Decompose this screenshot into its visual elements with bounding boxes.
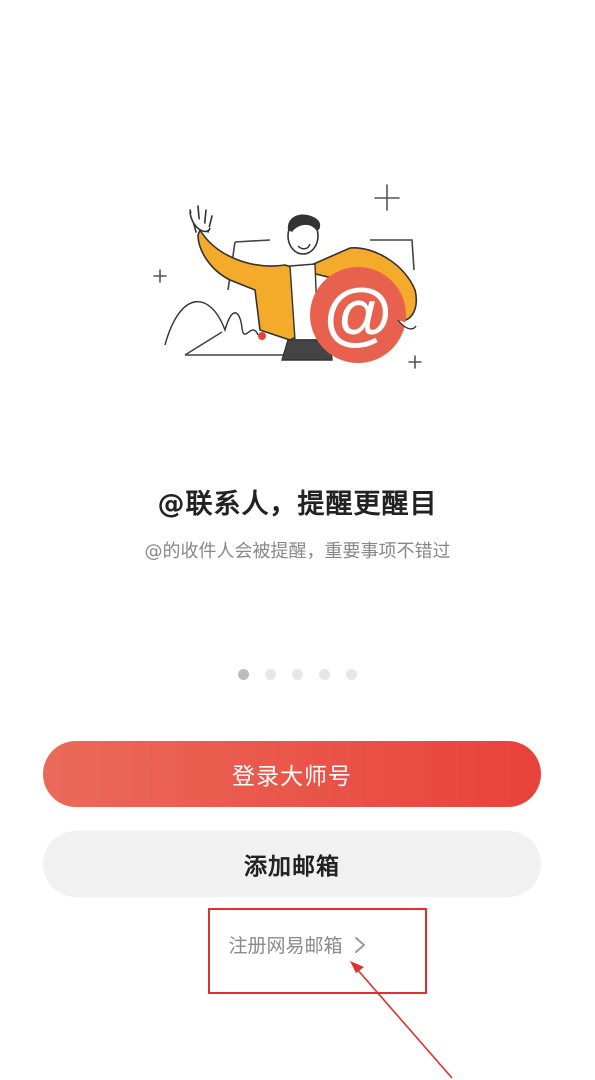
page-dot[interactable] (346, 669, 357, 680)
page-title: @联系人，提醒更醒目 (157, 489, 438, 520)
at-sign-icon: @ (310, 267, 406, 363)
page-dot-active[interactable] (238, 669, 249, 680)
annotation-highlight-box (208, 908, 427, 994)
page-dot[interactable] (292, 669, 303, 680)
page-dot[interactable] (319, 669, 330, 680)
login-button-label: 登录大师号 (232, 764, 352, 790)
page-subtitle: @的收件人会被提醒，重要事项不错过 (144, 541, 451, 562)
svg-text:@: @ (324, 274, 392, 352)
add-mailbox-button[interactable]: 添加邮箱 (43, 831, 541, 897)
page-indicator (0, 669, 595, 680)
page-dot[interactable] (265, 669, 276, 680)
onboarding-illustration: @ (153, 184, 422, 369)
add-mailbox-button-label: 添加邮箱 (244, 854, 340, 880)
login-button[interactable]: 登录大师号 (43, 741, 541, 807)
